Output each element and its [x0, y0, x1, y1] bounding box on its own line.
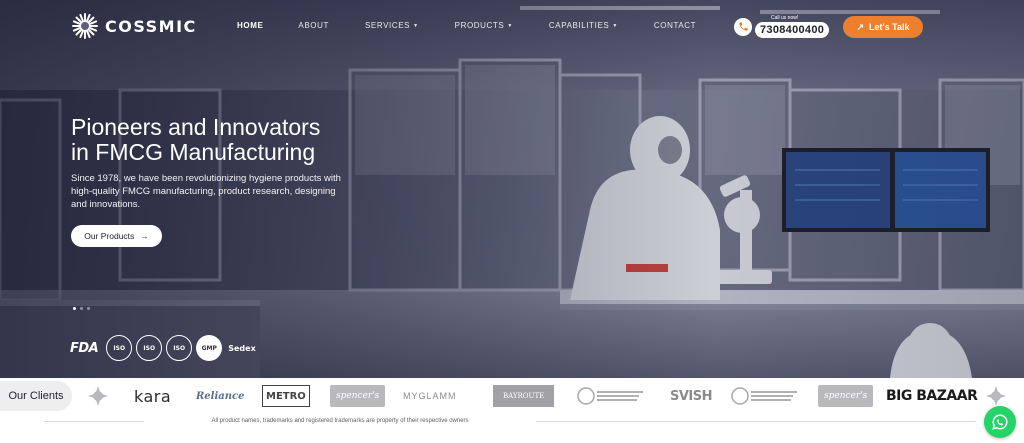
iso-badge-icon: ISO [166, 335, 193, 361]
brand-name: COSSMIC [105, 16, 197, 36]
slider-dot[interactable] [73, 307, 76, 310]
client-logo-kara: kara [134, 386, 172, 406]
nav-services-label: SERVICES [364, 21, 411, 30]
arrow-right-icon: → [140, 231, 149, 241]
client-logo-myglamm: MYGLAMM [403, 391, 457, 401]
nav-home[interactable]: HOME [237, 21, 263, 30]
arrow-up-right-icon: ↗ [856, 21, 865, 32]
corporation-emblem-icon [577, 387, 643, 405]
client-logo-spencers: spencer's [818, 385, 874, 407]
fda-logo: FDA [70, 340, 99, 356]
client-logo-bayroute: BAYROUTE [493, 385, 555, 407]
nav-about[interactable]: ABOUT [298, 21, 329, 30]
nav-about-label: ABOUT [298, 21, 329, 30]
nav-products-label: PRODUCTS [454, 21, 505, 30]
hero-headline: Pioneers and Innovators in FMCG Manufact… [71, 115, 391, 165]
whatsapp-chat-button[interactable] [984, 406, 1016, 438]
slider-dots [73, 307, 90, 310]
lets-talk-button[interactable]: ↗ Let's Talk [843, 16, 923, 38]
nav-capabilities[interactable]: CAPABILITIES ▼ [549, 21, 618, 30]
phone-icon [734, 17, 752, 36]
client-logo-reliance: Reliance [196, 390, 245, 402]
nav-services[interactable]: SERVICES ▼ [365, 21, 419, 30]
phone-number[interactable]: 7308400400 [755, 22, 830, 38]
client-logo-svish: SVISH [670, 388, 713, 404]
chevron-down-icon: ▼ [507, 22, 513, 29]
main-menu: HOME ABOUT SERVICES ▼ PRODUCTS ▼ CAPABIL… [237, 21, 696, 30]
phone-glyph-icon [738, 22, 748, 31]
our-products-label: Our Products [84, 231, 135, 241]
client-emblem-icon [88, 386, 108, 406]
hero-section: COSSMIC HOME ABOUT SERVICES ▼ PRODUCTS ▼… [0, 0, 1024, 378]
iso-badge-icon: ISO [106, 335, 133, 361]
nav-home-label: HOME [237, 21, 264, 30]
brand-logo[interactable]: COSSMIC [71, 12, 197, 40]
nav-capabilities-label: CAPABILITIES [548, 21, 610, 30]
cossmic-starburst-icon [72, 13, 98, 39]
slider-dot[interactable] [87, 307, 90, 310]
call-us-label: Call us now! [771, 15, 799, 21]
client-emblem-icon [986, 386, 1006, 406]
whatsapp-icon [992, 414, 1008, 430]
hero-subtext: Since 1978, we have been revolutionizing… [71, 173, 341, 210]
nav-products[interactable]: PRODUCTS ▼ [455, 21, 513, 30]
site-header: COSSMIC HOME ABOUT SERVICES ▼ PRODUCTS ▼… [0, 0, 1024, 54]
slider-dot[interactable] [80, 307, 83, 310]
our-products-button[interactable]: Our Products → [71, 225, 162, 247]
nav-contact[interactable]: CONTACT [654, 21, 696, 30]
call-us-text: Call us now! 7308400400 [755, 15, 830, 38]
hero-headline-line1: Pioneers and Innovators [71, 114, 321, 140]
trademark-disclaimer: All product names, trademarks and regist… [211, 418, 469, 424]
chevron-down-icon: ▼ [413, 22, 419, 29]
clients-strip: Our Clients kara Reliance METRO spencer'… [0, 378, 1024, 418]
certifications-row: FDA ISO ISO ISO GMP Sedex [70, 335, 256, 361]
iso-badge-icon: ISO [136, 335, 163, 361]
client-logo-spencers: spencer's [330, 385, 386, 407]
gmp-badge-icon: GMP [196, 335, 223, 361]
client-logo-big-bazaar: BIG BAZAAR [886, 388, 978, 404]
our-clients-label: Our Clients [0, 381, 72, 411]
chevron-down-icon: ▼ [612, 22, 618, 29]
hero-headline-line2: in FMCG Manufacturing [71, 139, 316, 165]
sedex-logo: Sedex [228, 343, 256, 353]
lets-talk-label: Let's Talk [869, 22, 910, 32]
nav-contact-label: CONTACT [653, 21, 697, 30]
call-us-block[interactable]: Call us now! 7308400400 [734, 15, 830, 38]
client-logo-metro: METRO [262, 385, 310, 407]
corporation-emblem-icon [731, 387, 797, 405]
